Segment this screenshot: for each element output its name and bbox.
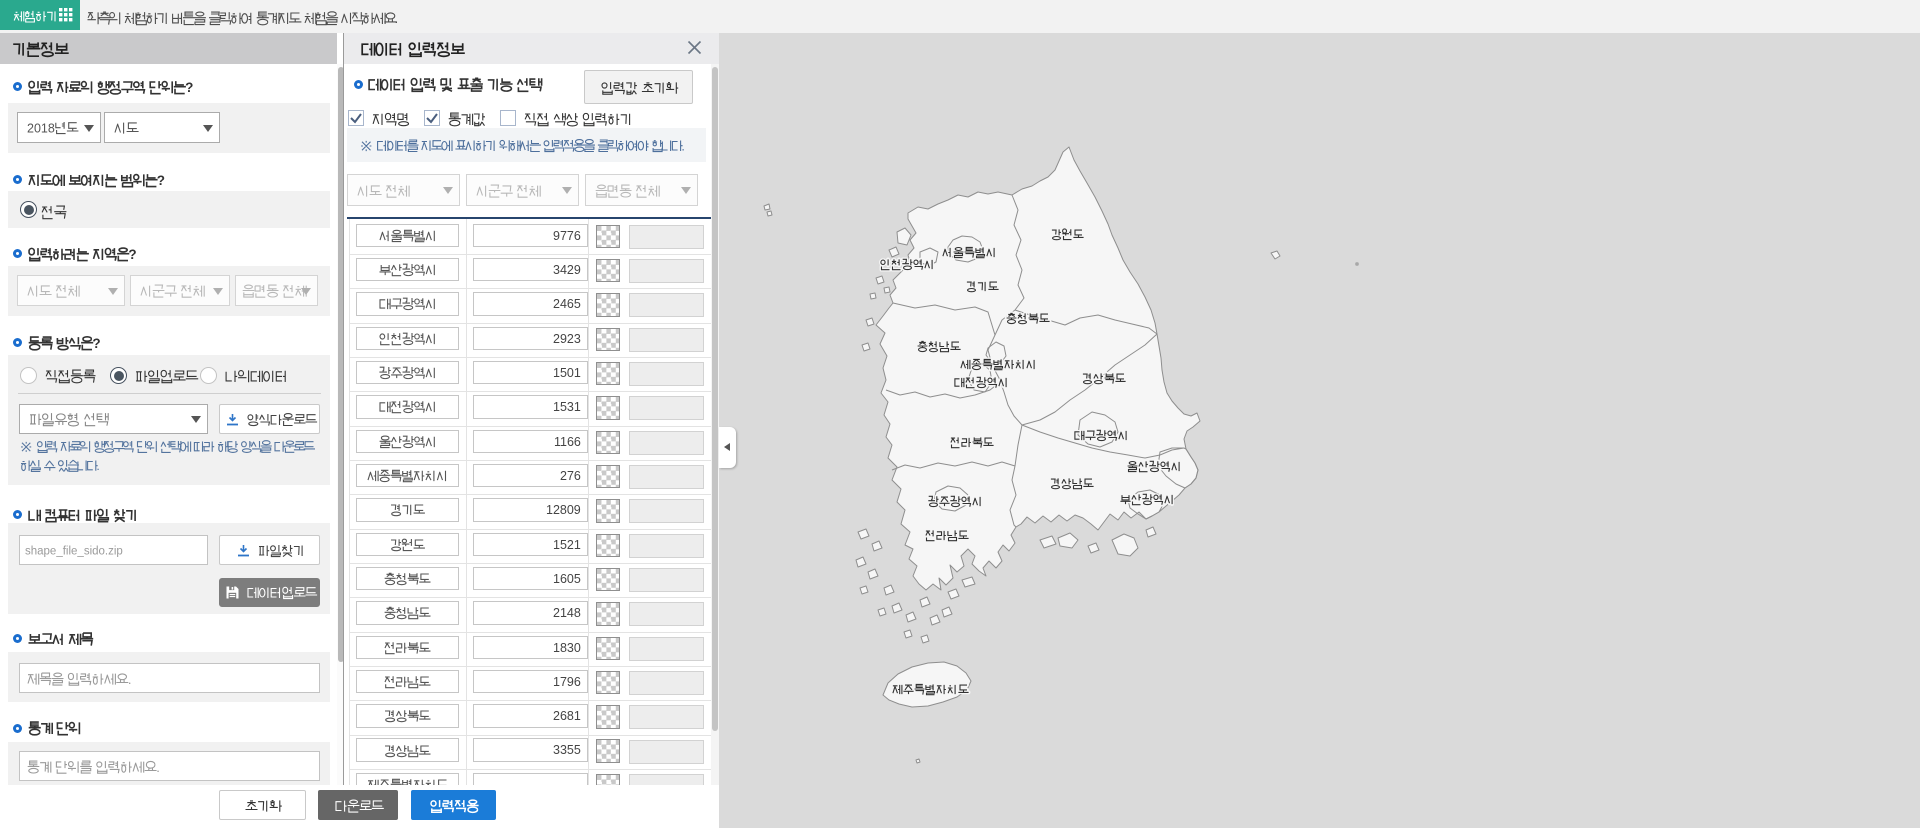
svg-text:shape_file_sido.zip: shape_file_sido.zip xyxy=(25,545,123,557)
svg-text:?: ? xyxy=(92,336,100,351)
svg-text:1501: 1501 xyxy=(553,366,581,380)
svg-text:1796: 1796 xyxy=(553,675,581,689)
svg-text:1521: 1521 xyxy=(553,538,581,552)
svg-text:3355: 3355 xyxy=(553,743,581,757)
svg-text:.: . xyxy=(96,459,99,473)
svg-text:2923: 2923 xyxy=(553,332,581,346)
svg-text:?: ? xyxy=(157,173,165,188)
svg-text:.: . xyxy=(395,11,399,26)
svg-text:1531: 1531 xyxy=(553,400,581,414)
svg-text:.: . xyxy=(128,671,132,686)
svg-text:.: . xyxy=(681,139,684,153)
svg-text:2018: 2018 xyxy=(27,121,55,135)
svg-text:276: 276 xyxy=(560,469,581,483)
svg-text:3429: 3429 xyxy=(553,263,581,277)
svg-text:?: ? xyxy=(185,80,193,95)
svg-text:1166: 1166 xyxy=(554,435,581,449)
svg-text:1830: 1830 xyxy=(553,641,581,655)
svg-text:2681: 2681 xyxy=(553,709,581,723)
svg-text:1605: 1605 xyxy=(553,572,581,586)
svg-text:9776: 9776 xyxy=(553,229,581,243)
svg-text:.: . xyxy=(156,759,160,774)
svg-text:2465: 2465 xyxy=(553,297,581,311)
svg-text:2148: 2148 xyxy=(553,606,581,620)
svg-text:?: ? xyxy=(128,247,136,262)
svg-text:12809: 12809 xyxy=(546,503,581,517)
